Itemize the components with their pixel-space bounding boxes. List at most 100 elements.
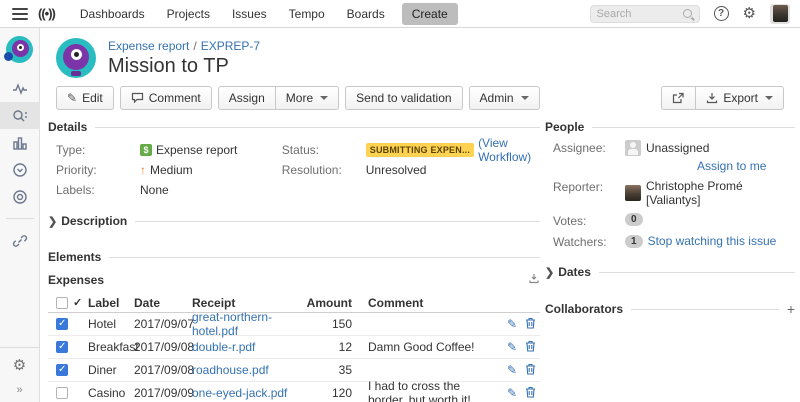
votes-count-badge[interactable]: 0 (625, 213, 643, 226)
nav-tempo[interactable]: Tempo (278, 0, 336, 28)
admin-dropdown-button[interactable]: Admin (469, 86, 540, 110)
dates-heading: Dates (558, 265, 591, 279)
column-header-comment: Comment (356, 296, 498, 310)
expense-label: Casino (88, 386, 134, 400)
delete-row-icon[interactable] (525, 317, 536, 332)
export-table-icon[interactable] (528, 272, 540, 287)
unassigned-avatar-icon (625, 140, 641, 156)
receipt-link[interactable]: double-r.pdf (192, 340, 255, 354)
export-dropdown-button[interactable]: Export (695, 86, 784, 110)
shortcuts-link-icon[interactable] (0, 227, 40, 254)
watchers-count-badge[interactable]: 1 (625, 235, 643, 248)
details-section-header: Details (48, 120, 540, 134)
share-icon (672, 92, 685, 104)
expense-date: 2017/09/08 (134, 363, 192, 377)
search-box[interactable] (590, 5, 700, 23)
reporter-label: Reporter: (553, 179, 625, 194)
edit-row-icon[interactable]: ✎ (507, 386, 517, 401)
row-checkbox[interactable] (56, 341, 68, 353)
add-collaborator-icon[interactable]: + (787, 301, 795, 317)
breadcrumb-issue-link[interactable]: EXPREP-7 (201, 39, 260, 53)
assignee-label: Assignee: (553, 140, 625, 155)
expense-comment: I had to cross the border, but worth it! (356, 379, 498, 402)
create-button[interactable]: Create (402, 3, 458, 25)
app-logo-broadcast-icon[interactable]: ((•)) (38, 6, 55, 21)
edit-row-icon[interactable]: ✎ (507, 363, 517, 378)
top-navigation: ((•)) Dashboards Projects Issues Tempo B… (0, 0, 800, 28)
pencil-icon: ✎ (67, 91, 77, 105)
dates-section-header[interactable]: ❯ Dates (545, 265, 795, 279)
header-check-icon: ✓ (73, 296, 82, 309)
issue-toolbar: ✎Edit Comment Assign More Send to valida… (40, 78, 800, 120)
status-label: Status: (282, 143, 366, 157)
breadcrumb-project-link[interactable]: Expense report (108, 39, 189, 53)
description-heading: Description (61, 214, 127, 228)
expense-amount: 35 (306, 363, 356, 377)
components-target-icon[interactable] (0, 183, 40, 210)
nav-issues[interactable]: Issues (221, 0, 278, 28)
expense-date: 2017/09/09 (134, 386, 192, 400)
expense-date: 2017/09/07 (134, 317, 192, 331)
reporter-value: Christophe Promé [Valiantys] (646, 179, 795, 207)
priority-value: Medium (150, 163, 193, 177)
assign-to-me-link[interactable]: Assign to me (697, 159, 766, 173)
user-avatar[interactable] (770, 4, 790, 24)
table-row: Breakfast 2017/09/08 double-r.pdf 12 Dam… (48, 336, 540, 359)
description-section-header[interactable]: ❯ Description (48, 214, 540, 228)
row-checkbox[interactable] (56, 387, 68, 399)
chevron-down-icon (320, 96, 328, 100)
releases-clock-icon[interactable] (0, 156, 40, 183)
breadcrumb: Expense report/EXPREP-7 (108, 39, 260, 53)
search-input[interactable] (597, 8, 683, 20)
collaborators-section-header: Collaborators + (545, 301, 795, 317)
project-avatar[interactable] (6, 36, 33, 63)
expenses-table: ✓ Label Date Receipt Amount Comment Hote… (48, 293, 540, 402)
share-button[interactable] (661, 86, 696, 110)
nav-projects[interactable]: Projects (156, 0, 221, 28)
issue-title: Mission to TP (108, 55, 260, 78)
column-header-receipt: Receipt (192, 296, 306, 310)
expense-report-type-icon: $ (140, 144, 152, 156)
priority-label: Priority: (56, 163, 140, 177)
edit-row-icon[interactable]: ✎ (507, 340, 517, 355)
view-workflow-link[interactable]: (View Workflow) (478, 136, 540, 164)
nav-dashboards[interactable]: Dashboards (69, 0, 156, 28)
reports-bar-chart-icon[interactable] (0, 129, 40, 156)
edit-button[interactable]: ✎Edit (56, 86, 114, 110)
activity-icon[interactable] (0, 75, 40, 102)
status-badge: SUBMITTING EXPEN... (366, 143, 474, 157)
delete-row-icon[interactable] (525, 363, 536, 378)
column-header-date: Date (134, 296, 192, 310)
row-checkbox[interactable] (56, 318, 68, 330)
hamburger-menu-icon[interactable] (12, 8, 28, 20)
comment-button[interactable]: Comment (120, 86, 212, 110)
expenses-header: Expenses (48, 272, 540, 287)
delete-row-icon[interactable] (525, 340, 536, 355)
collapse-sidebar-icon[interactable]: » (16, 384, 22, 396)
stop-watching-link[interactable]: Stop watching this issue (648, 234, 777, 248)
table-row: Hotel 2017/09/07 great-northern-hotel.pd… (48, 313, 540, 336)
nav-boards[interactable]: Boards (336, 0, 396, 28)
more-dropdown-button[interactable]: More (275, 86, 339, 110)
send-to-validation-button[interactable]: Send to validation (345, 86, 462, 110)
receipt-link[interactable]: one-eyed-jack.pdf (192, 386, 287, 400)
chevron-down-icon (521, 96, 529, 100)
expense-label: Hotel (88, 317, 134, 331)
column-header-label: Label (88, 296, 134, 310)
expense-label: Diner (88, 363, 134, 377)
receipt-link[interactable]: great-northern-hotel.pdf (192, 310, 272, 338)
row-checkbox[interactable] (56, 364, 68, 376)
edit-row-icon[interactable]: ✎ (507, 317, 517, 332)
sidebar-settings-gear-icon[interactable]: ⚙ (13, 356, 26, 374)
assign-button[interactable]: Assign (218, 86, 276, 110)
sidebar-divider (6, 218, 34, 219)
delete-row-icon[interactable] (525, 386, 536, 401)
issues-search-icon[interactable] (0, 102, 40, 129)
export-download-icon (706, 92, 718, 104)
select-all-checkbox[interactable] (56, 297, 68, 309)
reporter-avatar (625, 185, 641, 201)
people-heading: People (545, 120, 584, 134)
help-icon[interactable]: ? (714, 6, 729, 21)
receipt-link[interactable]: roadhouse.pdf (192, 363, 269, 377)
settings-gear-icon[interactable]: ⚙ (743, 6, 756, 21)
